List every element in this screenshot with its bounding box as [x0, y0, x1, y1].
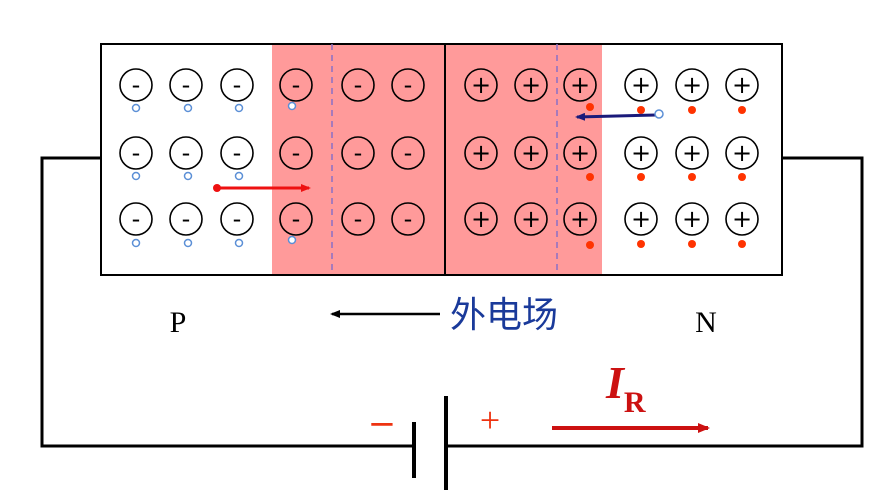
electron-carrier [738, 240, 746, 248]
positive-ion-sign: + [471, 205, 491, 233]
negative-ion-sign: - [233, 139, 242, 167]
negative-ion-sign: - [354, 71, 363, 99]
electron-carrier [738, 106, 746, 114]
hole-carrier [234, 171, 244, 181]
negative-ion-sign: - [233, 205, 242, 233]
positive-ion-sign: + [471, 139, 491, 167]
negative-ion-sign: - [292, 71, 301, 99]
battery-negative-sign: − [368, 404, 397, 444]
negative-ion-sign: - [182, 205, 191, 233]
hole-drift-origin [213, 184, 221, 192]
battery-positive-sign: + [480, 400, 500, 440]
hole-carrier [131, 171, 141, 181]
hole-carrier [183, 171, 193, 181]
current-subscript: R [624, 386, 646, 419]
positive-ion-sign: + [682, 139, 702, 167]
positive-ion-sign: + [682, 71, 702, 99]
electron-carrier [637, 173, 645, 181]
n-region-label: N [695, 306, 717, 339]
hole-carrier [234, 103, 244, 113]
positive-ion-sign: + [732, 139, 752, 167]
positive-ion-sign: + [570, 71, 590, 99]
negative-ion-sign: - [132, 139, 141, 167]
positive-ion-sign: + [570, 139, 590, 167]
negative-ion-sign: - [292, 205, 301, 233]
positive-ion-sign: + [631, 205, 651, 233]
positive-ion-sign: + [521, 139, 541, 167]
hole-carrier [183, 238, 193, 248]
reverse-current-label: IR [605, 357, 646, 419]
positive-ion-sign: + [631, 71, 651, 99]
electron-carrier [688, 173, 696, 181]
hole-carrier [131, 238, 141, 248]
negative-ion-sign: - [233, 71, 242, 99]
positive-ion-sign: + [682, 205, 702, 233]
positive-ion-sign: + [732, 71, 752, 99]
external-field-label: 外电场 [450, 295, 558, 336]
hole-carrier [183, 103, 193, 113]
electron-carrier [688, 106, 696, 114]
electron-carrier [637, 240, 645, 248]
positive-ion-sign: + [471, 71, 491, 99]
negative-ion-sign: - [292, 139, 301, 167]
electron-carrier [738, 173, 746, 181]
hole-carrier [287, 101, 297, 111]
hole-carrier [234, 238, 244, 248]
electron-drift-arrow [575, 112, 657, 121]
electron-carrier [586, 103, 594, 111]
negative-ion-sign: - [354, 205, 363, 233]
depletion-region [272, 44, 602, 275]
electron-drift-origin [654, 109, 664, 119]
negative-ion-sign: - [132, 205, 141, 233]
negative-ion-sign: - [404, 205, 413, 233]
negative-ion-sign: - [182, 139, 191, 167]
negative-ion-sign: - [132, 71, 141, 99]
positive-ion-sign: + [570, 205, 590, 233]
positive-ion-sign: + [631, 139, 651, 167]
negative-ion-sign: - [182, 71, 191, 99]
negative-ion-sign: - [354, 139, 363, 167]
positive-ion-sign: + [521, 205, 541, 233]
current-symbol: I [605, 357, 626, 408]
negative-ion-sign: - [404, 71, 413, 99]
p-region-label: P [170, 306, 187, 339]
electron-carrier [688, 240, 696, 248]
negative-ion-sign: - [404, 139, 413, 167]
electron-carrier [586, 241, 594, 249]
positive-ion-sign: + [732, 205, 752, 233]
pn-junction-reverse-bias-diagram: - - - - - - + + + + + + - - - - - - + + + + + + - - - - - - + + + + + + P N… [40, 43, 864, 490]
hole-carrier [131, 103, 141, 113]
positive-ion-sign: + [521, 71, 541, 99]
electron-carrier [637, 106, 645, 114]
electron-carrier [586, 173, 594, 181]
hole-carrier [287, 235, 297, 245]
